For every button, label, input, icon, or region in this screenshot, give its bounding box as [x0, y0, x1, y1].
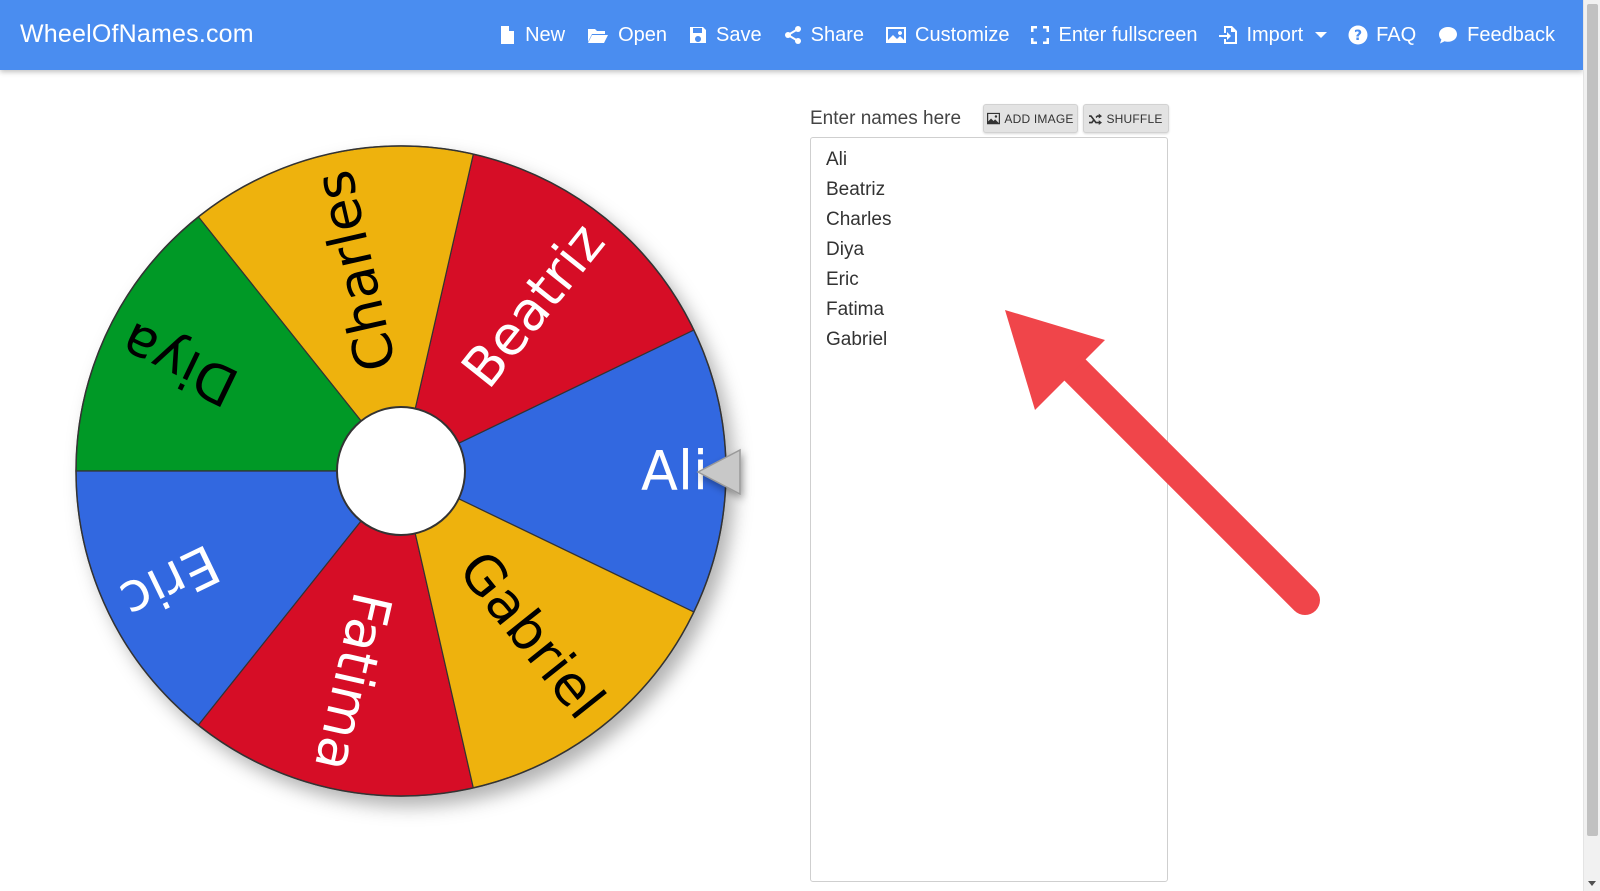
nav-share-button[interactable]: Share [783, 24, 864, 47]
nav-faq-button[interactable]: ? FAQ [1348, 24, 1416, 47]
folder-open-icon [588, 29, 609, 43]
fullscreen-icon [1031, 26, 1050, 44]
nav-import-label: Import [1246, 23, 1304, 46]
nav-save-label: Save [716, 23, 762, 46]
brand-logo[interactable]: WheelOfNames.com [20, 20, 254, 49]
nav-customize-label: Customize [915, 23, 1010, 46]
name-entry: Ali [826, 149, 848, 170]
name-wheel[interactable]: AliBeatrizCharlesDiyaEricFatima Gabriel [40, 125, 770, 855]
nav-feedback-label: Feedback [1467, 23, 1555, 46]
top-navbar: WheelOfNames.com New Open Save Share Cus… [0, 0, 1583, 70]
nav-open-button[interactable]: Open [586, 24, 667, 47]
wheel-center-hub[interactable] [336, 406, 466, 536]
add-image-label: ADD IMAGE [1004, 111, 1074, 126]
question-circle-icon: ? [1348, 25, 1368, 45]
nav-customize-button[interactable]: Customize [885, 24, 1009, 47]
nav-feedback-button[interactable]: Feedback [1437, 24, 1555, 47]
nav-new-label: New [525, 23, 566, 46]
chevron-down-icon [1315, 32, 1328, 38]
save-icon [690, 27, 707, 43]
nav-open-label: Open [618, 23, 668, 46]
nav-save-button[interactable]: Save [688, 24, 762, 47]
shuffle-button[interactable]: SHUFFLE [1083, 104, 1169, 133]
nav-faq-label: FAQ [1376, 23, 1417, 46]
shuffle-icon [1089, 113, 1103, 125]
page-scrollbar[interactable] [1583, 0, 1600, 891]
scrollbar-thumb[interactable] [1587, 4, 1598, 836]
name-entry: Beatriz [826, 179, 886, 200]
add-image-button[interactable]: ADD IMAGE [983, 104, 1078, 133]
nav-new-button[interactable]: New [497, 24, 565, 47]
arrow-shaft [1045, 340, 1320, 615]
nav-fullscreen-label: Enter fullscreen [1058, 23, 1198, 46]
nav-share-label: Share [810, 23, 864, 46]
name-entry: Diya [826, 239, 865, 260]
scroll-down-arrow-icon[interactable] [1588, 881, 1596, 886]
nav-menu: New Open Save Share Customize Enter full… [476, 0, 1555, 70]
image-icon [987, 112, 1001, 125]
image-icon [886, 27, 906, 43]
import-icon [1219, 26, 1238, 44]
file-icon [501, 26, 515, 44]
comment-icon [1439, 27, 1458, 44]
names-input-label: Enter names here [810, 108, 962, 129]
share-icon [784, 26, 801, 44]
name-entry: Charles [826, 209, 892, 230]
wheel-container[interactable]: Ali Beatriz Charles Diya Eric Fatima Gabriel [40, 125, 770, 855]
name-entry: Eric [826, 269, 859, 290]
svg-text:?: ? [1354, 28, 1362, 44]
shuffle-label: SHUFFLE [1106, 111, 1163, 126]
nav-fullscreen-button[interactable]: Enter fullscreen [1030, 24, 1197, 47]
nav-import-dropdown[interactable]: Import [1218, 23, 1328, 47]
annotation-arrow [1005, 310, 1320, 615]
wheel-label-ali: Ali [641, 440, 708, 503]
